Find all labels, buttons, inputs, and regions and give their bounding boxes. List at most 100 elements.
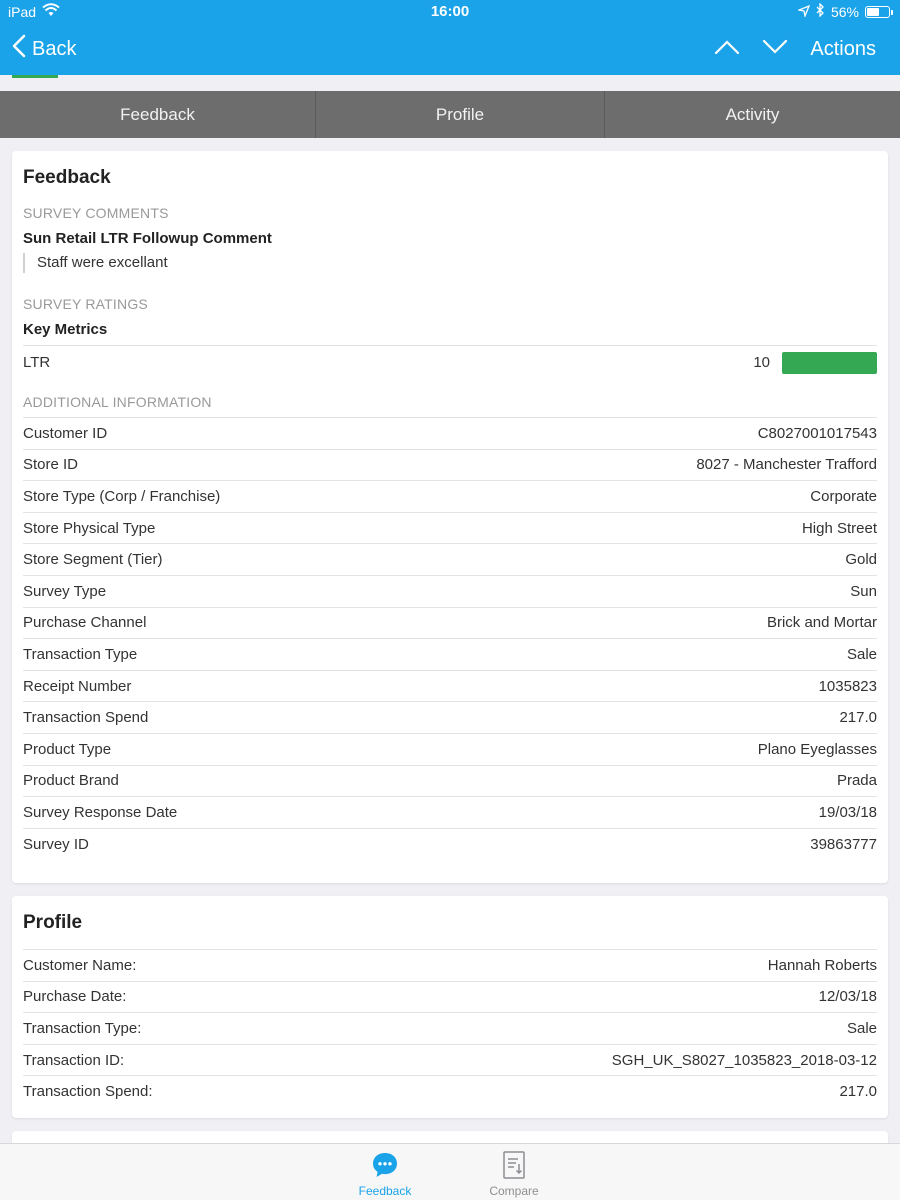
clock-label: 16:00 — [430, 3, 470, 20]
row-label: Survey ID — [23, 835, 89, 853]
row-label: Survey Type — [23, 582, 107, 600]
status-bar: iPad 16:00 56% — [0, 0, 900, 24]
info-row: Customer Name: Hannah Roberts — [23, 949, 877, 981]
status-right: 56% — [796, 2, 893, 20]
row-value: 12/03/18 — [818, 988, 877, 1006]
row-label: Store Physical Type — [23, 519, 156, 537]
row-label: Transaction Type — [23, 645, 138, 663]
battery-fill — [867, 7, 879, 16]
info-row: Purchase Channel Brick and Mortar — [23, 606, 877, 639]
row-value: Corporate — [810, 487, 877, 505]
row-label: Purchase Channel — [23, 614, 147, 632]
row-label: Survey Response Date — [23, 803, 178, 821]
tabbar-compare-label: Compare — [489, 1184, 539, 1198]
tab-feedback[interactable]: Feedback — [0, 91, 316, 138]
row-value: C8027001017543 — [757, 424, 877, 442]
row-value: Brick and Mortar — [766, 614, 877, 632]
row-value: Sale — [846, 645, 877, 663]
card-title: Feedback — [23, 167, 111, 188]
info-row: Product Type Plano Eyeglasses — [23, 733, 877, 765]
row-value: Prada — [836, 772, 877, 790]
row-label: Store Type (Corp / Franchise) — [23, 487, 221, 505]
chevron-down-icon — [762, 38, 788, 61]
row-label: Product Brand — [23, 772, 119, 790]
row-value: 1035823 — [818, 677, 877, 695]
location-icon — [796, 4, 811, 20]
row-value: Sun — [850, 582, 877, 600]
tab-activity[interactable]: Activity — [605, 91, 900, 138]
info-row: Receipt Number 1035823 — [23, 669, 877, 702]
info-row: Customer ID C8027001017543 — [23, 417, 877, 449]
row-label: Purchase Date: — [23, 988, 127, 1006]
chevron-up-icon — [714, 38, 740, 61]
info-row: Store Physical Type High Street — [23, 511, 877, 544]
comment-quote: Staff were excellant — [23, 253, 168, 273]
info-row: Store Type (Corp / Franchise) Corporate — [23, 480, 877, 512]
info-row: Store Segment (Tier) Gold — [23, 543, 877, 575]
ltr-value: 10 — [753, 354, 770, 371]
row-value: High Street — [801, 519, 877, 537]
section-label: SURVEY COMMENTS — [23, 205, 169, 221]
next-button[interactable] — [762, 34, 788, 64]
info-row: Survey ID 39863777 — [23, 827, 877, 860]
row-label: Store Segment (Tier) — [23, 551, 163, 569]
bottom-tab-bar: Feedback Compare — [0, 1143, 900, 1200]
profile-card: Profile Customer Name: Hannah Roberts Purc… — [12, 896, 888, 1118]
bluetooth-icon — [816, 2, 825, 20]
row-label: Transaction Type: — [23, 1019, 142, 1037]
compare-icon — [459, 1150, 569, 1180]
row-label: Customer Name: — [23, 956, 137, 974]
section-tabs: Feedback Profile Activity — [0, 91, 900, 138]
row-label: Transaction Spend — [23, 709, 149, 727]
back-label: Back — [32, 37, 77, 60]
info-row: Transaction Type: Sale — [23, 1012, 877, 1044]
nav-actions: Actions — [714, 34, 876, 64]
feedback-card: Feedback SURVEY COMMENTS Sun Retail LTR … — [12, 151, 888, 883]
row-value: 39863777 — [810, 835, 877, 853]
comment-title: Sun Retail LTR Followup Comment — [23, 230, 272, 247]
battery-icon — [865, 5, 893, 18]
info-row: Transaction Spend: 217.0 — [23, 1075, 877, 1107]
row-label: Receipt Number — [23, 677, 132, 695]
top-bar: iPad 16:00 56% Back Actions — [0, 0, 900, 75]
chevron-left-icon — [12, 34, 26, 64]
row-value: Hannah Roberts — [767, 956, 877, 974]
card-title: Profile — [23, 912, 83, 933]
row-value: 8027 - Manchester Trafford — [696, 456, 877, 474]
info-row: Transaction Type Sale — [23, 638, 877, 670]
back-button[interactable]: Back — [12, 34, 76, 64]
info-row: Product Brand Prada — [23, 764, 877, 797]
info-row: Survey Type Sun — [23, 575, 877, 607]
row-value: Gold — [845, 551, 877, 569]
tabbar-compare[interactable]: Compare — [459, 1150, 569, 1198]
row-label: Store ID — [23, 456, 79, 474]
row-label: Customer ID — [23, 424, 108, 442]
actions-button[interactable]: Actions — [810, 38, 876, 61]
previous-button[interactable] — [714, 34, 740, 64]
tabbar-feedback[interactable]: Feedback — [330, 1150, 440, 1198]
info-row: Survey Response Date 19/03/18 — [23, 796, 877, 828]
status-indicator — [12, 75, 58, 78]
row-label: Transaction Spend: — [23, 1083, 153, 1101]
row-value: 19/03/18 — [818, 803, 877, 821]
info-row: Transaction ID: SGH_UK_S8027_1035823_2018… — [23, 1043, 877, 1076]
row-value: SGH_UK_S8027_1035823_2018-03-12 — [611, 1051, 877, 1069]
ltr-label: LTR — [23, 354, 51, 371]
chat-bubble-icon — [330, 1150, 440, 1180]
battery-percent: 56% — [830, 3, 859, 20]
key-metrics-label: Key Metrics — [23, 321, 108, 338]
nav-bar: Back Actions — [0, 28, 900, 72]
info-row: Purchase Date: 12/03/18 — [23, 980, 877, 1013]
row-label: Product Type — [23, 740, 112, 758]
section-label: SURVEY RATINGS — [23, 296, 148, 312]
ltr-score-bar — [782, 351, 877, 374]
tab-profile[interactable]: Profile — [316, 91, 605, 138]
info-row: Transaction Spend 217.0 — [23, 701, 877, 733]
info-row: Store ID 8027 - Manchester Trafford — [23, 448, 877, 481]
row-value: Sale — [846, 1019, 877, 1037]
row-value: 217.0 — [839, 709, 877, 727]
row-label: Transaction ID: — [23, 1051, 125, 1069]
tabbar-feedback-label: Feedback — [358, 1184, 412, 1198]
ltr-value-group: 10 — [753, 351, 877, 374]
row-value: 217.0 — [839, 1083, 877, 1101]
